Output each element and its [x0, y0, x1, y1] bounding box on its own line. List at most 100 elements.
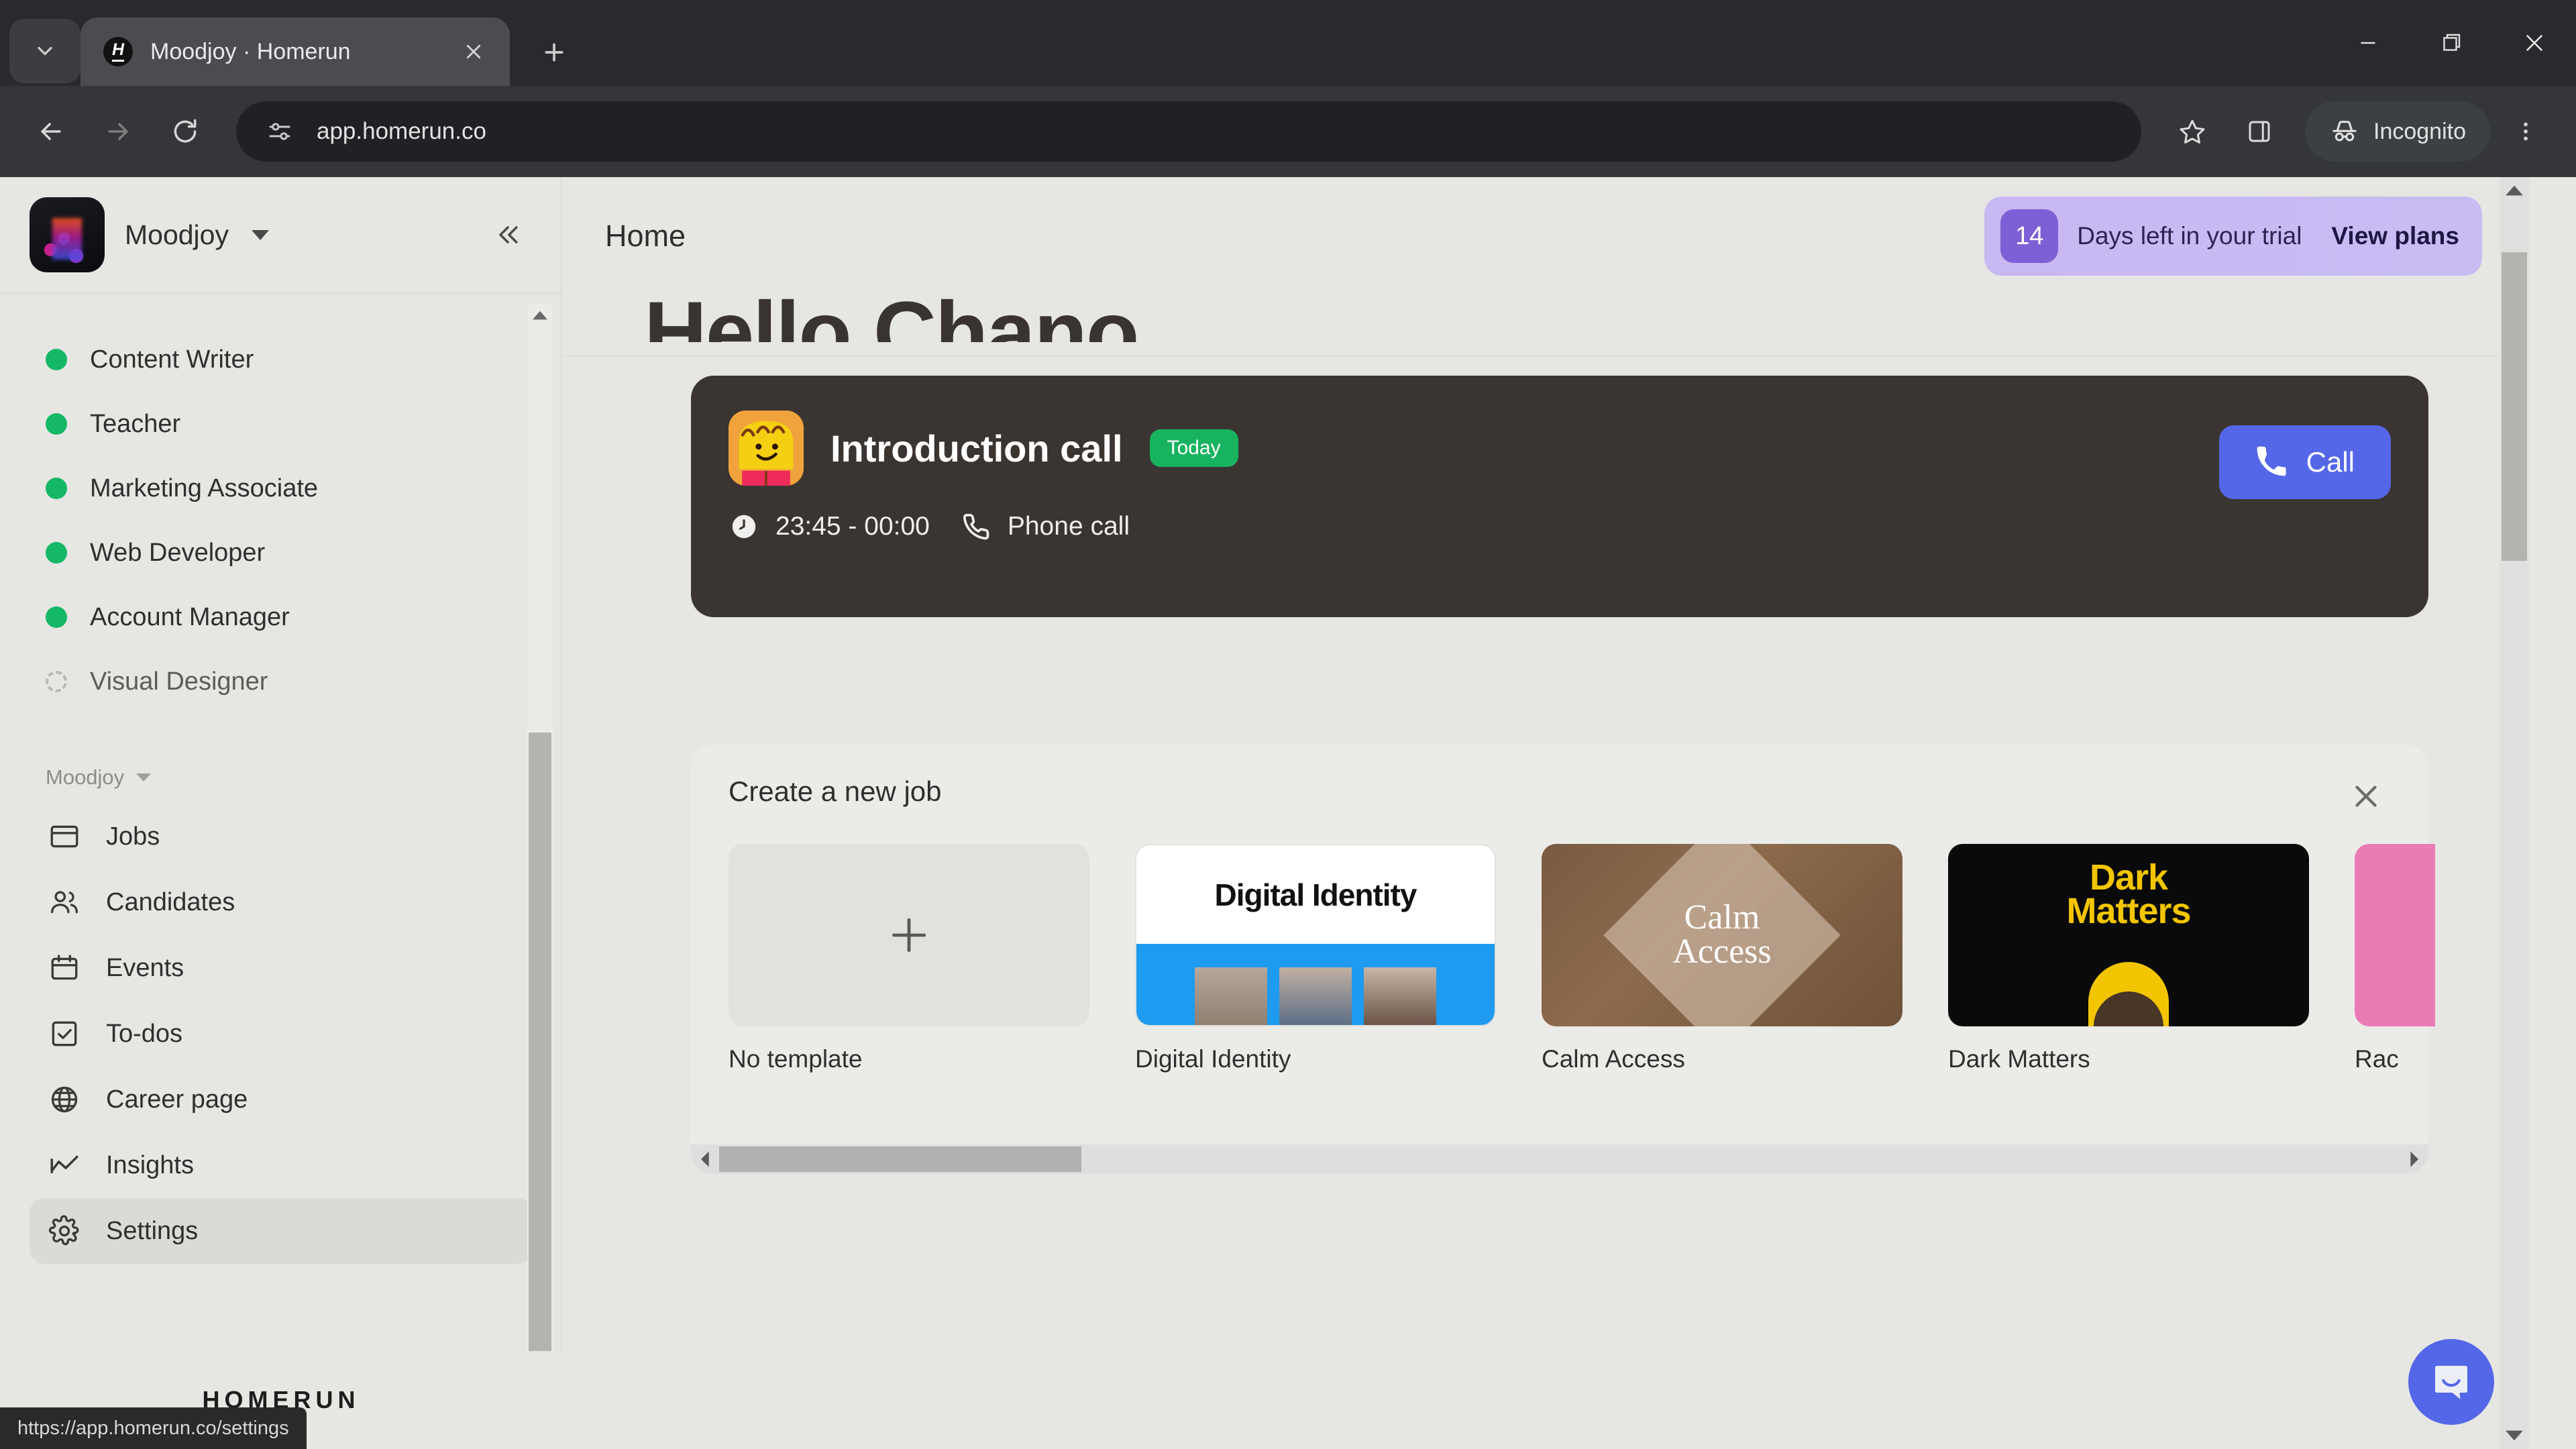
status-dot-icon — [46, 606, 67, 628]
site-info-button[interactable] — [263, 115, 297, 148]
new-tab-button[interactable] — [527, 25, 581, 79]
thumbnail-person — [2088, 962, 2169, 1026]
sidebar-item-candidates[interactable]: Candidates — [30, 869, 533, 935]
scroll-left-arrow-icon[interactable] — [691, 1144, 718, 1174]
sidebar-scrollbar[interactable] — [527, 303, 553, 1444]
sidebar-item-insights[interactable]: Insights — [30, 1132, 533, 1198]
page-title: Home — [605, 219, 686, 253]
trial-banner[interactable]: 14 Days left in your trial View plans — [1984, 197, 2482, 276]
template-horizontal-scrollbar[interactable] — [691, 1144, 2428, 1174]
template-card-digital-identity[interactable]: Digital Identity Digital Identity — [1135, 844, 1496, 1073]
sidebar-item-events[interactable]: Events — [30, 935, 533, 1001]
tab-title: Moodjoy · Homerun — [150, 38, 351, 64]
tune-settings-icon — [269, 123, 290, 140]
phone-icon — [963, 514, 989, 540]
jobs-board-icon — [50, 825, 78, 848]
browser-menu-button[interactable] — [2496, 101, 2556, 162]
calendar-icon — [51, 955, 78, 980]
window-close-button[interactable] — [2493, 0, 2576, 86]
template-thumbnail: Dark Matters — [1948, 844, 2309, 1026]
template-name: Rac — [2355, 1045, 2399, 1073]
create-job-panel: Create a new job No template Digital Ide… — [691, 745, 2435, 1174]
horizontal-scrollbar-thumb[interactable] — [719, 1146, 1081, 1172]
page-viewport: Moodjoy Content Writer Teacher Marketing… — [0, 177, 2576, 1449]
content-divider — [564, 356, 2529, 357]
incognito-indicator[interactable]: Incognito — [2305, 101, 2490, 162]
app-sidebar: Moodjoy Content Writer Teacher Marketing… — [0, 177, 562, 1449]
sidebar-item-marketing-associate[interactable]: Marketing Associate — [0, 456, 562, 521]
address-bar[interactable]: app.homerun.co — [236, 101, 2141, 162]
chevron-down-icon — [136, 773, 152, 782]
gear-icon — [48, 1215, 79, 1246]
template-headline-line2: Access — [1672, 932, 1772, 971]
job-label: Web Developer — [90, 538, 266, 567]
sidebar-section-header[interactable]: Moodjoy — [0, 754, 562, 801]
scroll-up-arrow-icon[interactable] — [2500, 177, 2529, 204]
sidebar-item-jobs[interactable]: Jobs — [30, 804, 533, 869]
sidebar-item-label: Candidates — [106, 888, 235, 916]
sidebar-item-content-writer[interactable]: Content Writer — [0, 327, 562, 392]
upcoming-event-card[interactable]: Introduction call Today 23:45 - 00:00 Ph… — [691, 376, 2428, 617]
call-button-label: Call — [2306, 446, 2355, 478]
sidebar-item-settings[interactable]: Settings — [30, 1198, 533, 1264]
address-bar-text: app.homerun.co — [317, 118, 486, 144]
job-label: Teacher — [90, 409, 181, 438]
people-icon — [51, 891, 78, 914]
template-name: No template — [729, 1045, 863, 1073]
sidebar-item-visual-designer[interactable]: Visual Designer — [0, 649, 562, 714]
template-card-dark-matters[interactable]: Dark Matters Dark Matters — [1948, 844, 2309, 1073]
template-headline-line1: Calm — [1684, 898, 1760, 937]
sidebar-item-to-dos[interactable]: To-dos — [30, 1001, 533, 1067]
template-card-calm-access[interactable]: Calm Access Calm Access — [1542, 844, 1902, 1073]
sidebar-item-teacher[interactable]: Teacher — [0, 392, 562, 456]
browser-tab[interactable]: H Moodjoy · Homerun — [80, 17, 510, 86]
double-chevron-left-icon — [499, 226, 518, 244]
close-panel-button[interactable] — [2341, 771, 2391, 821]
sidebar-scroll-area: Content Writer Teacher Marketing Associa… — [0, 297, 562, 1449]
workspace-switcher[interactable]: Moodjoy — [0, 177, 561, 292]
back-button[interactable] — [20, 101, 82, 162]
phone-icon — [2257, 446, 2286, 476]
view-plans-link[interactable]: View plans — [2331, 222, 2459, 250]
star-icon — [2180, 119, 2205, 144]
bookmark-button[interactable] — [2161, 101, 2223, 162]
page-scrollbar[interactable] — [2500, 177, 2529, 1449]
link-status-bar: https://app.homerun.co/settings — [0, 1407, 307, 1449]
trial-text: Days left in your trial — [2077, 222, 2302, 250]
minimize-icon — [2361, 42, 2375, 44]
status-dot-draft-icon — [46, 671, 67, 692]
template-thumbnail: Calm Access — [1542, 844, 1902, 1026]
main-content: Home 14 Days left in your trial View pla… — [564, 177, 2529, 1449]
sidebar-collapse-button[interactable] — [484, 211, 531, 258]
intercom-chat-button[interactable] — [2408, 1339, 2494, 1425]
scroll-down-arrow-icon[interactable] — [2500, 1422, 2529, 1449]
template-card-no-template[interactable]: No template — [729, 844, 1089, 1073]
forward-button[interactable] — [87, 101, 149, 162]
sidebar-item-account-manager[interactable]: Account Manager — [0, 585, 562, 649]
tab-close-button[interactable] — [455, 33, 492, 70]
minimize-button[interactable] — [2326, 0, 2410, 86]
scroll-up-arrow-icon[interactable] — [527, 303, 553, 327]
template-card-partial[interactable]: Rac — [2355, 844, 2435, 1073]
sidebar-scrollbar-thumb[interactable] — [529, 733, 551, 1403]
sidebar-item-label: To-dos — [106, 1019, 183, 1048]
plus-icon — [545, 43, 564, 62]
scroll-right-arrow-icon[interactable] — [2402, 1144, 2428, 1174]
event-time: 23:45 - 00:00 — [775, 512, 930, 541]
page-scrollbar-thumb[interactable] — [2502, 252, 2527, 561]
globe-icon — [51, 1086, 78, 1113]
tab-search-button[interactable] — [9, 19, 80, 83]
template-name: Dark Matters — [1948, 1045, 2090, 1073]
reload-button[interactable] — [154, 101, 216, 162]
call-button[interactable]: Call — [2218, 425, 2391, 499]
sidebar-section-label: Moodjoy — [46, 765, 125, 789]
side-panel-button[interactable] — [2229, 101, 2290, 162]
sidebar-item-web-developer[interactable]: Web Developer — [0, 521, 562, 585]
main-topbar: Home 14 Days left in your trial View pla… — [564, 177, 2529, 295]
sidebar-item-career-page[interactable]: Career page — [30, 1067, 533, 1132]
reload-icon — [174, 119, 197, 143]
create-job-title: Create a new job — [729, 775, 942, 807]
status-badge: Today — [1149, 429, 1238, 467]
maximize-button[interactable] — [2410, 0, 2493, 86]
event-title: Introduction call — [830, 427, 1123, 470]
